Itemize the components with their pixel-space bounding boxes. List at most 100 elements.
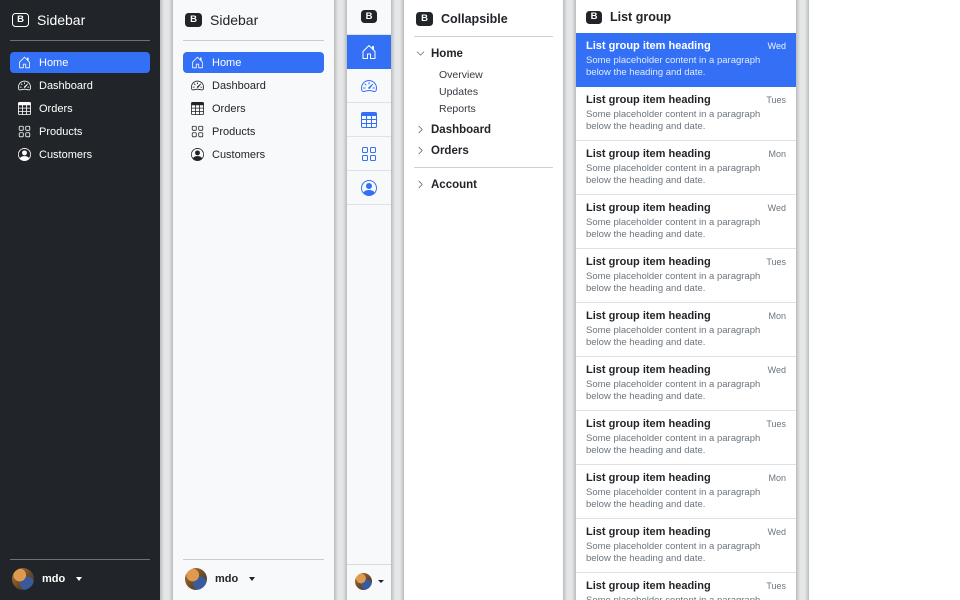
nav-item-label: Customers [39,149,92,161]
list-item-date: Mon [768,149,786,159]
list-item-top-row: List group item heading Mon [586,148,786,160]
sub-item: Updates [439,83,553,100]
nav-item-icon [18,148,31,161]
list-group-item[interactable]: List group item heading Mon Some placeho… [576,141,796,195]
nav-item-icon [361,44,377,60]
divider-rule [10,559,150,560]
nav-item-icon [18,102,31,115]
sub-item-link[interactable]: Overview [439,66,553,83]
section-label: Account [431,179,477,191]
bootstrap-logo-icon: B [416,12,433,26]
list-group-item[interactable]: List group item heading Tues Some placeh… [576,573,796,600]
nav-item-icon [18,56,31,69]
collapsible-toggle-home[interactable]: Home [414,43,553,64]
dark-sidebar-nav-link[interactable]: Customers [10,144,150,165]
chevron-right-icon [416,146,425,155]
user-dropdown[interactable]: mdo [183,568,324,590]
section-label: Home [431,48,463,60]
light-sidebar-nav-link[interactable]: Products [183,121,324,142]
list-item-heading: List group item heading [586,94,711,106]
light-sidebar-nav-link[interactable]: Home [183,52,324,73]
list-group-scrollarea[interactable]: List group item heading Wed Some placeho… [576,33,796,600]
list-item-date: Wed [768,365,786,375]
list-item-body: Some placeholder content in a paragraph … [586,541,786,564]
light-sidebar-nav-link[interactable]: Orders [183,98,324,119]
list-item-body: Some placeholder content in a paragraph … [586,325,786,348]
list-group-item[interactable]: List group item heading Mon Some placeho… [576,465,796,519]
icon-sidebar-brand[interactable]: B [347,0,391,34]
icon-nav-tile[interactable] [347,35,391,69]
list-group-item[interactable]: List group item heading Wed Some placeho… [576,195,796,249]
list-item-body: Some placeholder content in a paragraph … [586,109,786,132]
list-item-top-row: List group item heading Tues [586,580,786,592]
user-dropdown[interactable] [347,564,391,600]
list-group-item[interactable]: List group item heading Wed Some placeho… [576,357,796,411]
collapsible-toggle-dashboard[interactable]: Dashboard [414,119,553,140]
list-group-item[interactable]: List group item heading Tues Some placeh… [576,411,796,465]
spacer [347,205,391,564]
divider-rule [414,36,553,37]
user-dropdown[interactable]: mdo [10,568,150,590]
nav-item: Home [10,52,150,73]
nav-item-label: Dashboard [212,80,266,92]
dark-sidebar-nav-link[interactable]: Dashboard [10,75,150,96]
list-group-item[interactable]: List group item heading Wed Some placeho… [576,33,796,87]
list-group-panel: B List group List group item heading Wed… [576,0,796,600]
nav-item-icon [361,78,377,94]
dark-sidebar-nav-link[interactable]: Home [10,52,150,73]
light-sidebar-nav-link[interactable]: Customers [183,144,324,165]
nav-item-icon [191,79,204,92]
sub-item-link[interactable]: Reports [439,100,553,117]
list-item-date: Tues [766,257,786,267]
icon-nav-tile[interactable] [347,69,391,103]
icon-nav-tile[interactable] [347,171,391,205]
list-item-date: Wed [768,203,786,213]
divider-rule [183,559,324,560]
icon-nav-tile[interactable] [347,103,391,137]
bootstrap-logo-icon: B [185,13,202,27]
panel-divider [334,0,347,600]
nav-item: Orders [183,98,324,119]
list-item-body: Some placeholder content in a paragraph … [586,55,786,78]
collapsible-toggle-account[interactable]: Account [414,174,553,195]
collapsible-toggle-orders[interactable]: Orders [414,140,553,161]
collapsible-section-dashboard: Dashboard [414,119,553,140]
list-item-top-row: List group item heading Tues [586,94,786,106]
bootstrap-logo-icon: B [12,13,29,27]
dark-sidebar-brand[interactable]: B Sidebar [10,10,150,28]
dark-sidebar-nav-link[interactable]: Orders [10,98,150,119]
nav-item-label: Customers [212,149,265,161]
collapsible-sidebar-brand[interactable]: B Collapsible [414,10,553,26]
nav-item-icon [18,79,31,92]
list-group-item[interactable]: List group item heading Mon Some placeho… [576,303,796,357]
user-name: mdo [42,573,65,585]
list-item-body: Some placeholder content in a paragraph … [586,487,786,510]
list-group-item[interactable]: List group item heading Tues Some placeh… [576,87,796,141]
divider-rule [183,40,324,41]
light-sidebar-brand[interactable]: B Sidebar [183,10,324,28]
list-item-top-row: List group item heading Wed [586,526,786,538]
list-group-item[interactable]: List group item heading Wed Some placeho… [576,519,796,573]
list-item-top-row: List group item heading Wed [586,40,786,52]
avatar [185,568,207,590]
dark-sidebar-nav-link[interactable]: Products [10,121,150,142]
list-item-date: Tues [766,419,786,429]
empty-content-area [809,0,960,600]
nav-item-label: Orders [39,103,73,115]
sub-item-link[interactable]: Updates [439,83,553,100]
nav-item-label: Products [39,126,82,138]
nav-item: Products [183,121,324,142]
nav-item-icon [18,125,31,138]
light-sidebar-nav-link[interactable]: Dashboard [183,75,324,96]
list-item-heading: List group item heading [586,526,711,538]
nav-item-label: Products [212,126,255,138]
list-item-body: Some placeholder content in a paragraph … [586,163,786,186]
nav-item-icon [191,56,204,69]
list-item-heading: List group item heading [586,202,711,214]
nav-item-icon [191,125,204,138]
icon-nav-tile[interactable] [347,137,391,171]
bootstrap-logo-icon: B [586,11,602,24]
list-group-item[interactable]: List group item heading Tues Some placeh… [576,249,796,303]
list-item-body: Some placeholder content in a paragraph … [586,217,786,240]
list-item-heading: List group item heading [586,472,711,484]
